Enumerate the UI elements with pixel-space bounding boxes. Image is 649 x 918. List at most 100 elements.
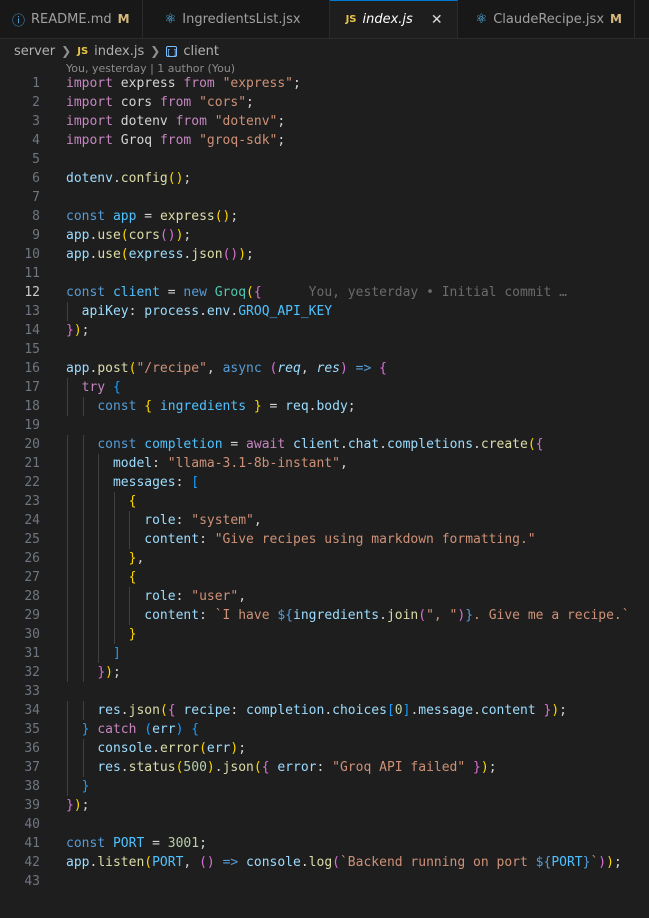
code-text: }	[81, 779, 90, 794]
tab-index-js[interactable]: JS index.js ✕	[329, 0, 458, 38]
line-number: 15	[24, 342, 40, 357]
code-line[interactable]: 8 const app = express();	[0, 207, 649, 226]
code-text: {	[128, 494, 137, 509]
code-line[interactable]: 32 });	[0, 663, 649, 682]
code-line[interactable]: 42 app.listen(PORT, () => console.log(`Ba…	[0, 853, 649, 872]
tab-label: README.md	[31, 11, 112, 27]
line-number: 6	[32, 171, 40, 186]
code-line[interactable]: 17 try {	[0, 378, 649, 397]
code-line[interactable]: 4 import Groq from "groq-sdk";	[0, 131, 649, 150]
line-number: 24	[24, 513, 40, 528]
code-line[interactable]: 10 app.use(express.json());	[0, 245, 649, 264]
code-line[interactable]: 22 messages: [	[0, 473, 649, 492]
code-text: const PORT = 3001;	[66, 836, 207, 851]
code-text: });	[66, 323, 90, 338]
line-number: 33	[24, 684, 40, 699]
code-line[interactable]: 1 import express from "express";	[0, 74, 649, 93]
tab-label: index.js	[362, 12, 413, 27]
line-number: 16	[24, 361, 40, 376]
code-line[interactable]: 7	[0, 188, 649, 207]
line-number: 40	[24, 817, 40, 832]
tab-label: ClaudeRecipe.jsx	[493, 11, 605, 27]
code-line[interactable]: 34 res.json({ recipe: completion.choices…	[0, 701, 649, 720]
breadcrumb-file[interactable]: index.js	[94, 44, 144, 59]
code-line[interactable]: 20 const completion = await client.chat.…	[0, 435, 649, 454]
close-icon[interactable]: ✕	[431, 12, 443, 28]
line-number: 10	[24, 247, 40, 262]
code-text: });	[66, 798, 90, 813]
tab-claude-recipe[interactable]: ⚛ ClaudeRecipe.jsx M	[457, 0, 635, 38]
editor-tab-bar: ⓘ README.md M ⚛ IngredientsList.jsx JS i…	[0, 0, 649, 39]
code-line[interactable]: 21 model: "llama-3.1-8b-instant",	[0, 454, 649, 473]
code-line[interactable]: 3 import dotenv from "dotenv";	[0, 112, 649, 131]
code-line[interactable]: 33	[0, 682, 649, 701]
line-number: 3	[32, 114, 40, 129]
info-icon: ⓘ	[12, 13, 26, 29]
code-text: try {	[81, 380, 121, 395]
line-number: 43	[24, 874, 40, 889]
line-number: 5	[32, 152, 40, 167]
code-text: import Groq from "groq-sdk";	[66, 133, 286, 148]
tab-label: IngredientsList.jsx	[182, 11, 301, 27]
breadcrumb: server ❯ JS index.js ❯ [ ] client	[14, 40, 219, 62]
code-editor[interactable]: 1 import express from "express"; 2 import c…	[0, 74, 649, 891]
code-line[interactable]: 18 const { ingredients } = req.body;	[0, 397, 649, 416]
line-number: 4	[32, 133, 40, 148]
line-number: 13	[24, 304, 40, 319]
line-number: 21	[24, 456, 40, 471]
code-line[interactable]: 36 console.error(err);	[0, 739, 649, 758]
code-line[interactable]: 15	[0, 340, 649, 359]
code-line[interactable]: 13 apiKey: process.env.GROQ_API_KEY	[0, 302, 649, 321]
code-line[interactable]: 2 import cors from "cors";	[0, 93, 649, 112]
code-line[interactable]: 16 app.post("/recipe", async (req, res) =…	[0, 359, 649, 378]
line-number: 2	[32, 95, 40, 110]
tab-ingredients-list[interactable]: ⚛ IngredientsList.jsx	[142, 0, 330, 38]
code-line[interactable]: 41 const PORT = 3001;	[0, 834, 649, 853]
line-number: 12	[24, 285, 40, 300]
code-line[interactable]: 28 role: "user",	[0, 587, 649, 606]
chevron-right-icon: ❯	[150, 44, 161, 58]
line-number: 42	[24, 855, 40, 870]
code-text: dotenv.config();	[66, 171, 192, 186]
code-line[interactable]: 31 ]	[0, 644, 649, 663]
code-line[interactable]: 14});	[0, 321, 649, 340]
code-text: role: "system",	[144, 513, 262, 528]
breadcrumb-symbol[interactable]: client	[183, 44, 219, 59]
code-line[interactable]: 39});	[0, 796, 649, 815]
code-line[interactable]: 19	[0, 416, 649, 435]
code-line[interactable]: 12 const client = new Groq({ You, yesterd…	[0, 283, 649, 302]
code-line[interactable]: 26 },	[0, 549, 649, 568]
code-text: const app = express();	[66, 209, 239, 224]
code-text: app.use(express.json());	[66, 247, 254, 262]
code-line[interactable]: 9 app.use(cors());	[0, 226, 649, 245]
code-line[interactable]: 29 content: `I have ${ingredients.join("…	[0, 606, 649, 625]
git-blame-annotation: You, yesterday • Initial commit …	[261, 285, 567, 300]
code-line[interactable]: 35 } catch (err) {	[0, 720, 649, 739]
code-line[interactable]: 11	[0, 264, 649, 283]
line-number: 23	[24, 494, 40, 509]
code-text: const { ingredients } = req.body;	[97, 399, 356, 414]
code-line[interactable]: 27 {	[0, 568, 649, 587]
breadcrumb-folder[interactable]: server	[14, 44, 55, 59]
code-line[interactable]: 24 role: "system",	[0, 511, 649, 530]
code-text: role: "user",	[144, 589, 247, 604]
code-line[interactable]: 43	[0, 872, 649, 891]
code-line[interactable]: 30 }	[0, 625, 649, 644]
code-line[interactable]: 38 }	[0, 777, 649, 796]
code-line[interactable]: 37 res.status(500).json({ error: "Groq A…	[0, 758, 649, 777]
line-number: 32	[24, 665, 40, 680]
react-icon: ⚛	[164, 11, 177, 27]
line-number: 7	[32, 190, 40, 205]
code-text: content: `I have ${ingredients.join(", "…	[144, 608, 630, 623]
code-line[interactable]: 5	[0, 150, 649, 169]
code-text: apiKey: process.env.GROQ_API_KEY	[81, 304, 333, 319]
code-line[interactable]: 40	[0, 815, 649, 834]
code-line[interactable]: 23 {	[0, 492, 649, 511]
tab-readme[interactable]: ⓘ README.md M	[0, 0, 143, 38]
line-number: 36	[24, 741, 40, 756]
chevron-right-icon: ❯	[61, 44, 72, 58]
line-number: 41	[24, 836, 40, 851]
line-number: 14	[24, 323, 40, 338]
code-line[interactable]: 25 content: "Give recipes using markdown…	[0, 530, 649, 549]
code-line[interactable]: 6 dotenv.config();	[0, 169, 649, 188]
